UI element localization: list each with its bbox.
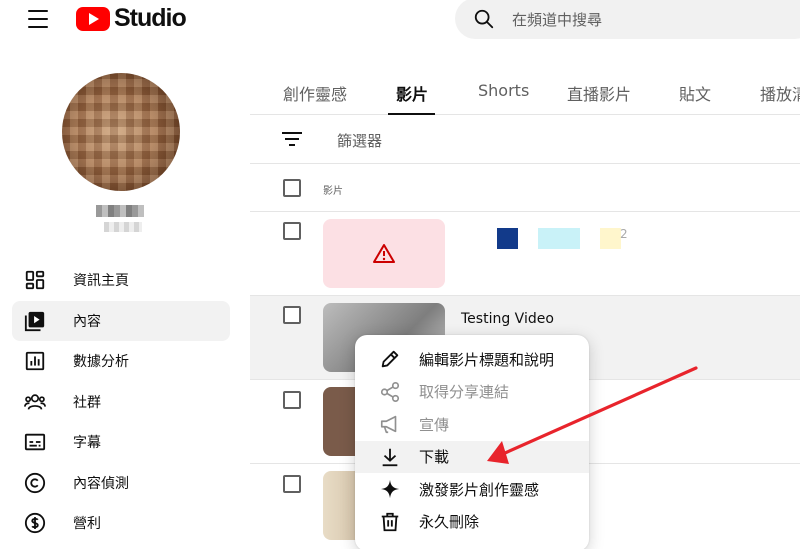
sidebar-item-subtitles[interactable]: 字幕 <box>12 422 230 462</box>
sidebar-item-label: 數據分析 <box>73 354 129 370</box>
divider <box>250 295 800 296</box>
video-title[interactable]: Testing Video <box>461 311 554 327</box>
menu-icon[interactable] <box>28 10 48 28</box>
menu-item-label: 激發影片創作靈感 <box>419 480 540 499</box>
community-icon <box>24 391 46 413</box>
redacted-block <box>538 228 580 249</box>
search-placeholder: 在頻道中搜尋 <box>512 11 603 29</box>
logo-text: Studio <box>114 4 187 32</box>
menu-item-label: 宣傳 <box>419 415 450 434</box>
filter-input[interactable]: 篩選器 <box>337 130 382 151</box>
sidebar-item-label: 營利 <box>73 516 101 532</box>
copyright-icon <box>24 472 46 494</box>
sidebar-item-community[interactable]: 社群 <box>12 382 230 422</box>
content-tabs: 創作靈感 影片 Shorts 直播影片 貼文 播放清 <box>250 68 800 115</box>
sidebar-item-label: 社群 <box>73 394 101 411</box>
pencil-icon <box>379 348 401 370</box>
row-checkbox[interactable] <box>283 475 301 493</box>
warning-icon <box>373 243 395 263</box>
menu-item-download[interactable]: 下載 <box>355 440 589 473</box>
channel-handle-redacted <box>104 222 142 232</box>
trash-icon <box>379 511 401 533</box>
menu-item-share-link[interactable]: 取得分享連結 <box>355 376 589 409</box>
megaphone-icon <box>379 413 401 435</box>
menu-item-promote[interactable]: 宣傳 <box>355 408 589 441</box>
redacted-number: 2 <box>620 227 628 241</box>
menu-item-delete[interactable]: 永久刪除 <box>355 506 589 539</box>
dashboard-icon <box>24 269 46 291</box>
menu-item-label: 編輯影片標題和說明 <box>419 350 555 369</box>
sidebar-item-analytics[interactable]: 數據分析 <box>12 341 230 381</box>
tab-videos[interactable]: 影片 <box>396 81 428 105</box>
sidebar-item-copyright[interactable]: 內容偵測 <box>12 463 230 503</box>
sidebar-item-label: 字幕 <box>73 435 101 451</box>
content-icon <box>24 310 46 332</box>
menu-item-label: 下載 <box>419 448 450 467</box>
share-icon <box>379 381 401 403</box>
sidebar-item-label: 內容偵測 <box>73 475 129 492</box>
youtube-play-icon <box>76 6 110 31</box>
tab-inspiration[interactable]: 創作靈感 <box>283 81 347 105</box>
channel-search-input[interactable]: 在頻道中搜尋 <box>455 0 800 39</box>
sidebar-item-content[interactable]: 內容 <box>12 300 230 341</box>
active-tab-indicator <box>388 113 435 115</box>
search-icon <box>474 9 494 29</box>
redacted-block <box>600 228 621 249</box>
menu-item-inspire[interactable]: 激發影片創作靈感 <box>355 473 589 506</box>
monetization-icon <box>24 512 46 534</box>
row-checkbox[interactable] <box>283 222 301 240</box>
row-checkbox[interactable] <box>283 391 301 409</box>
tab-shorts[interactable]: Shorts <box>478 81 529 100</box>
select-all-checkbox[interactable] <box>283 179 301 197</box>
header: Studio 在頻道中搜尋 <box>0 0 800 40</box>
menu-item-label: 取得分享連結 <box>419 383 510 402</box>
video-thumbnail-error[interactable] <box>323 219 445 288</box>
subtitles-icon <box>24 431 46 453</box>
video-options-menu: 編輯影片標題和說明 取得分享連結 宣傳 下載 激發影片創作靈感 永久刪除 <box>355 335 589 549</box>
divider <box>250 163 800 164</box>
sparkle-icon <box>379 478 401 500</box>
sidebar-item-label: 內容 <box>73 313 101 330</box>
redacted-block <box>497 228 518 249</box>
download-icon <box>379 446 401 468</box>
sidebar-item-dashboard[interactable]: 資訊主頁 <box>12 260 230 300</box>
studio-logo[interactable]: Studio <box>76 4 187 33</box>
column-header-video[interactable]: 影片 <box>323 182 343 197</box>
tab-playlists[interactable]: 播放清 <box>760 81 800 105</box>
analytics-icon <box>24 350 46 372</box>
channel-avatar[interactable] <box>62 73 180 191</box>
sidebar-nav: 資訊主頁 內容 數據分析 社群 字幕 內容偵測 營利 <box>12 260 230 544</box>
tab-live[interactable]: 直播影片 <box>567 81 631 105</box>
sidebar-item-label: 資訊主頁 <box>73 273 129 289</box>
filter-icon[interactable] <box>282 131 302 147</box>
sidebar-item-monetization[interactable]: 營利 <box>12 503 230 543</box>
row-checkbox[interactable] <box>283 306 301 324</box>
menu-item-label: 永久刪除 <box>419 513 480 532</box>
menu-item-edit[interactable]: 編輯影片標題和說明 <box>355 343 589 376</box>
tab-posts[interactable]: 貼文 <box>679 81 711 105</box>
channel-name-redacted <box>96 205 144 217</box>
